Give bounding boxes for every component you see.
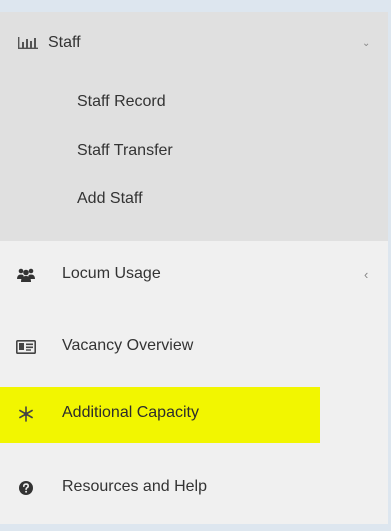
- submenu-item-add-staff[interactable]: Add Staff: [0, 180, 388, 220]
- chevron-down-icon[interactable]: ⌄: [362, 38, 370, 49]
- sidebar-menu: Staff ⌄ Staff Record Staff Transfer Add …: [0, 12, 388, 524]
- submenu-item-staff-transfer[interactable]: Staff Transfer: [0, 132, 388, 172]
- sidebar-item-locum-usage[interactable]: Locum Usage ‹: [0, 248, 388, 304]
- sidebar-item-label: Additional Capacity: [62, 404, 199, 421]
- submenu-item-label: Add Staff: [77, 190, 143, 207]
- submenu-item-label: Staff Transfer: [77, 142, 173, 159]
- submenu-item-label: Staff Record: [77, 93, 166, 110]
- question-circle-icon: [15, 478, 37, 498]
- sidebar-item-additional-capacity[interactable]: Additional Capacity: [0, 387, 388, 443]
- sidebar-item-staff-label: Staff: [48, 34, 81, 51]
- chevron-left-icon[interactable]: ‹: [364, 267, 368, 282]
- id-card-icon: [15, 337, 37, 357]
- bar-chart-icon: [18, 37, 38, 49]
- sidebar-item-label: Vacancy Overview: [62, 337, 194, 354]
- sidebar-item-label: Resources and Help: [62, 478, 207, 495]
- sidebar-item-vacancy-overview[interactable]: Vacancy Overview: [0, 320, 388, 376]
- sidebar-item-staff[interactable]: Staff ⌄: [0, 12, 388, 74]
- submenu-item-staff-record[interactable]: Staff Record: [0, 83, 388, 123]
- sidebar-item-resources-help[interactable]: Resources and Help: [0, 461, 388, 517]
- snowflake-icon: [15, 404, 37, 424]
- staff-menu-group: Staff ⌄ Staff Record Staff Transfer Add …: [0, 12, 388, 241]
- users-icon: [15, 265, 37, 285]
- sidebar-item-label: Locum Usage: [62, 265, 161, 282]
